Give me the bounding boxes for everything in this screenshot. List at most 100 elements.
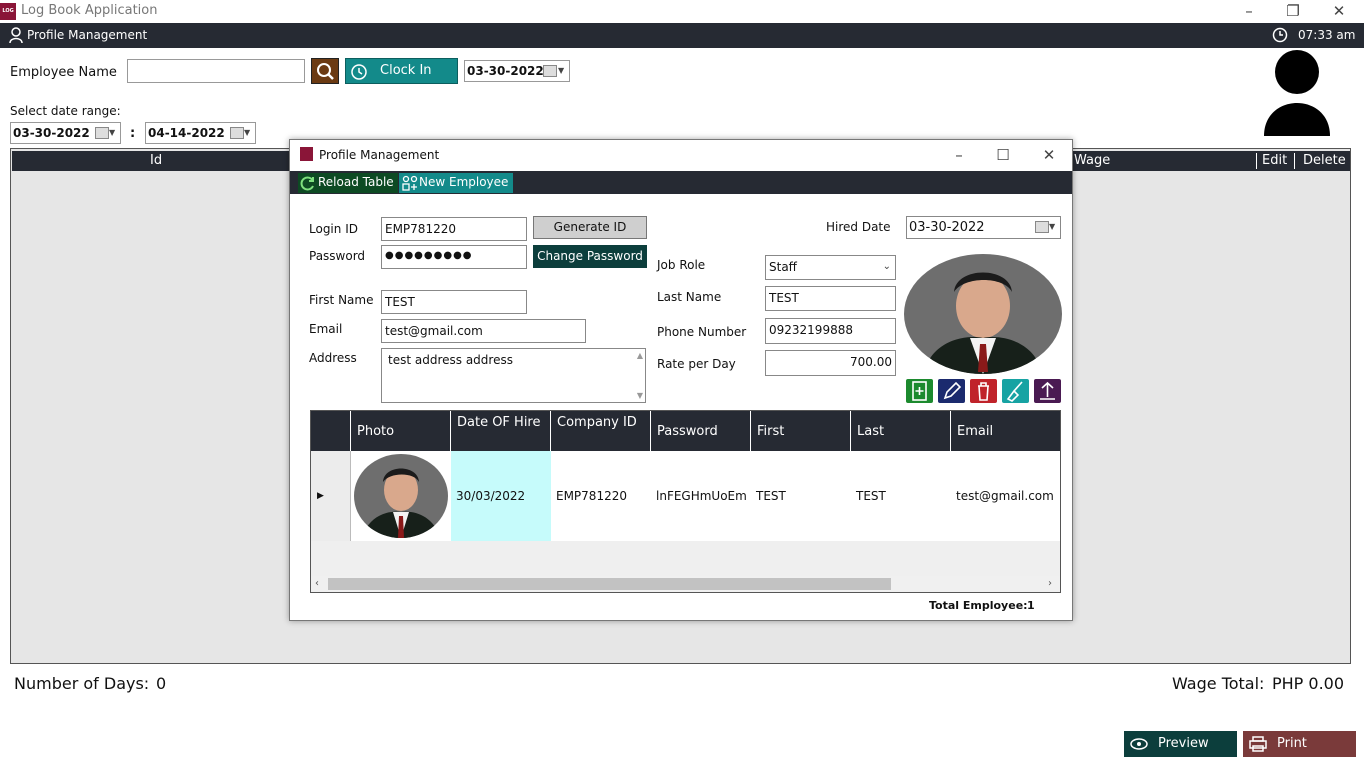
- address-textarea[interactable]: test address address ▲ ▼: [381, 348, 646, 403]
- range-from-value: 03-30-2022: [13, 126, 90, 140]
- preview-button[interactable]: Preview: [1124, 731, 1237, 757]
- new-employee-button[interactable]: New Employee: [399, 173, 513, 193]
- scroll-up-icon[interactable]: ▲: [637, 351, 643, 360]
- menubar-profile-label[interactable]: Profile Management: [27, 28, 147, 42]
- calendar-icon: [543, 65, 557, 77]
- clear-button[interactable]: [1002, 379, 1029, 403]
- employee-table-header: Photo Date OF Hire Company ID Password F…: [311, 411, 1060, 451]
- dialog-maximize-button[interactable]: ☐: [980, 144, 1026, 167]
- dialog-toolbar: Reload Table New Employee: [290, 171, 1072, 194]
- scroll-right-icon[interactable]: ›: [1048, 578, 1052, 589]
- job-role-value: Staff: [769, 260, 797, 274]
- email-input[interactable]: test@gmail.com: [381, 319, 586, 343]
- cell-company-id[interactable]: EMP781220: [551, 451, 651, 541]
- restore-button[interactable]: ❐: [1270, 0, 1316, 23]
- hired-date-label: Hired Date: [826, 220, 891, 234]
- date-range-label: Select date range:: [10, 104, 121, 118]
- col-date-of-hire[interactable]: Date OF Hire: [451, 411, 551, 451]
- employee-name-label: Employee Name: [10, 65, 117, 80]
- address-label: Address: [309, 351, 357, 365]
- col-password[interactable]: Password: [651, 411, 751, 451]
- employee-name-input[interactable]: [127, 59, 305, 83]
- row-header-corner: [311, 411, 351, 451]
- col-edit[interactable]: Edit: [1262, 153, 1287, 168]
- row-selector-icon[interactable]: ▶: [311, 451, 351, 541]
- calendar-icon: [230, 127, 244, 139]
- col-first[interactable]: First: [751, 411, 851, 451]
- horizontal-scrollbar[interactable]: ‹ ›: [311, 576, 1060, 592]
- avatar-icon: [1264, 50, 1330, 136]
- delete-button[interactable]: [970, 379, 997, 403]
- window-title: Log Book Application: [21, 3, 158, 18]
- rate-label: Rate per Day: [657, 357, 736, 371]
- cell-first[interactable]: TEST: [751, 451, 851, 541]
- range-separator: :: [130, 126, 136, 141]
- reload-table-button[interactable]: Reload Table: [298, 173, 398, 193]
- col-last[interactable]: Last: [851, 411, 951, 451]
- total-employee-label: Total Employee:: [929, 599, 1028, 612]
- days-label: Number of Days:: [14, 674, 150, 693]
- scroll-left-icon[interactable]: ‹: [315, 578, 319, 589]
- hired-date-value: 03-30-2022: [909, 220, 985, 235]
- new-employee-label: New Employee: [419, 175, 509, 189]
- job-role-label: Job Role: [657, 258, 706, 272]
- days-value: 0: [156, 674, 167, 693]
- phone-label: Phone Number: [657, 325, 747, 339]
- range-to-picker[interactable]: 04-14-2022 ▼: [145, 122, 256, 144]
- col-delete[interactable]: Delete: [1303, 153, 1346, 168]
- clock-icon: [1272, 27, 1288, 43]
- edit-icon: [943, 381, 962, 400]
- password-input[interactable]: ●●●●●●●●●: [381, 245, 527, 269]
- dialog-minimize-button[interactable]: –: [936, 144, 982, 167]
- printer-icon: [1249, 736, 1267, 752]
- broom-icon: [1006, 381, 1023, 402]
- last-name-input[interactable]: TEST: [765, 286, 896, 311]
- wage-total-value: PHP 0.00: [1272, 674, 1345, 693]
- employee-photo: [904, 254, 1062, 374]
- scroll-down-icon[interactable]: ▼: [637, 391, 643, 400]
- col-id[interactable]: Id: [150, 153, 162, 168]
- upload-icon: [1040, 381, 1055, 400]
- divider: [1256, 153, 1257, 169]
- edit-button[interactable]: [938, 379, 965, 403]
- change-password-button[interactable]: Change Password: [533, 245, 647, 268]
- upload-button[interactable]: [1034, 379, 1061, 403]
- add-file-button[interactable]: [906, 379, 933, 403]
- range-from-picker[interactable]: 03-30-2022 ▼: [10, 122, 121, 144]
- cell-email[interactable]: test@gmail.com: [951, 451, 1060, 541]
- job-role-select[interactable]: Staff ⌄: [765, 255, 896, 280]
- user-icon: [9, 27, 23, 43]
- refresh-icon: [300, 176, 314, 191]
- cell-password[interactable]: lnFEGHmUoEm: [651, 451, 751, 541]
- dialog-close-button[interactable]: ✕: [1026, 144, 1072, 167]
- generate-id-button[interactable]: Generate ID: [533, 216, 647, 239]
- login-id-input[interactable]: EMP781220: [381, 217, 527, 241]
- clock-in-button[interactable]: Clock In: [345, 58, 458, 84]
- wage-total-label: Wage Total:: [1172, 674, 1265, 693]
- scrollbar-thumb[interactable]: [328, 578, 891, 590]
- col-company-id[interactable]: Company ID: [551, 411, 651, 451]
- close-button[interactable]: ✕: [1316, 0, 1362, 23]
- table-row[interactable]: ▶ 30/03/2022 EMP781220 lnFEGHmUoEm TEST …: [311, 451, 1060, 541]
- cell-last[interactable]: TEST: [851, 451, 951, 541]
- clock-date-picker[interactable]: 03-30-2022 ▼: [464, 60, 570, 82]
- window-titlebar: LOG Log Book Application – ❐ ✕: [0, 0, 1364, 23]
- preview-label: Preview: [1158, 736, 1209, 751]
- col-email[interactable]: Email: [951, 411, 1060, 451]
- first-name-label: First Name: [309, 293, 374, 307]
- calendar-icon: [95, 127, 109, 139]
- search-button[interactable]: [311, 58, 339, 84]
- col-photo[interactable]: Photo: [351, 411, 451, 451]
- eye-icon: [1130, 738, 1148, 750]
- phone-input[interactable]: 09232199888: [765, 318, 896, 344]
- cell-date-of-hire[interactable]: 30/03/2022: [451, 451, 551, 541]
- first-name-input[interactable]: TEST: [381, 290, 527, 314]
- print-button[interactable]: Print: [1243, 731, 1356, 757]
- clock-in-label: Clock In: [380, 63, 432, 78]
- minimize-button[interactable]: –: [1226, 0, 1272, 23]
- hired-date-picker[interactable]: 03-30-2022 ▼: [906, 216, 1061, 239]
- rate-input[interactable]: 700.00: [765, 350, 896, 376]
- col-wage[interactable]: Wage: [1074, 153, 1110, 168]
- chevron-down-icon: ▼: [109, 128, 116, 137]
- row-photo: [354, 454, 448, 538]
